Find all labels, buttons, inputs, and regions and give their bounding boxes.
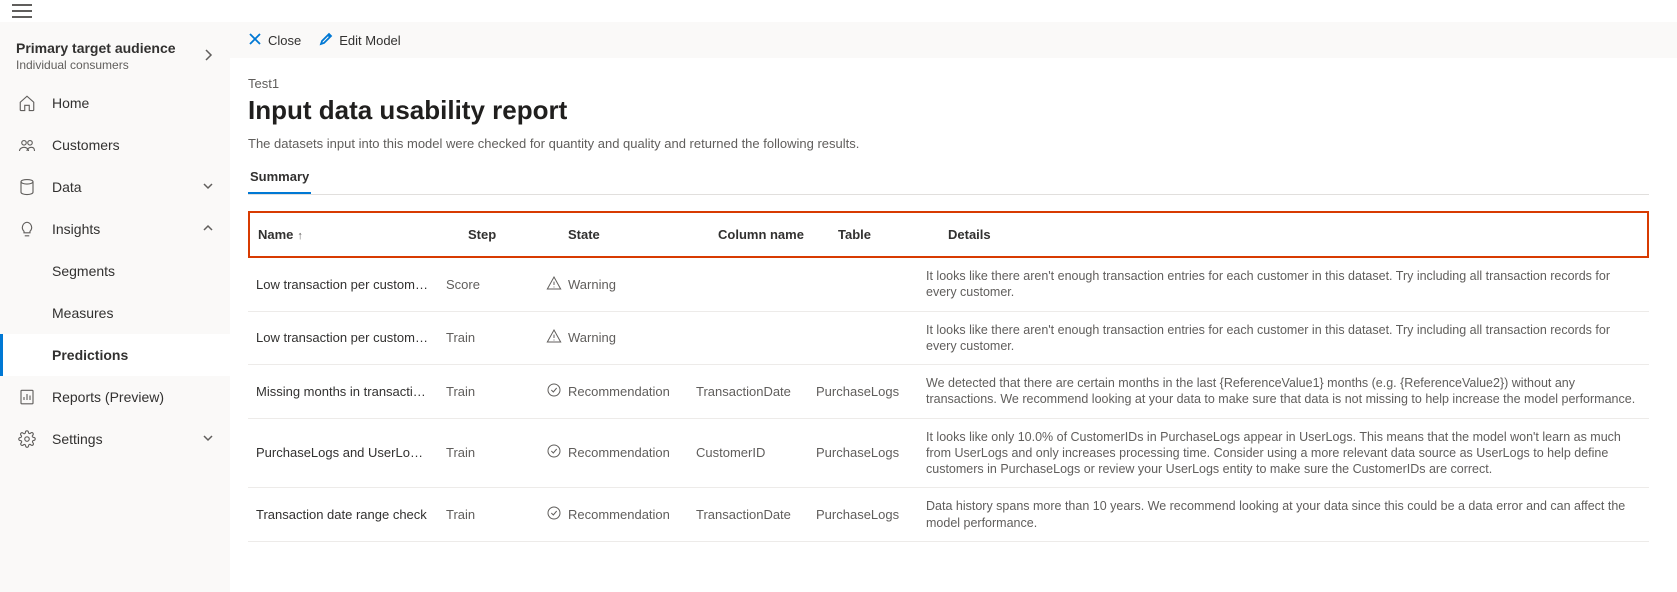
cell-column-name: CustomerID xyxy=(688,418,808,488)
col-state[interactable]: State xyxy=(560,221,710,248)
nav-segments[interactable]: Segments xyxy=(0,250,230,292)
nav-home[interactable]: Home xyxy=(0,82,230,124)
col-details[interactable]: Details xyxy=(940,221,1647,248)
hamburger-menu[interactable] xyxy=(12,4,32,18)
pencil-icon xyxy=(319,32,333,49)
cell-column-name: TransactionDate xyxy=(688,488,808,542)
tab-summary[interactable]: Summary xyxy=(248,169,311,194)
table-row[interactable]: Missing months in transactions ...TrainR… xyxy=(248,365,1649,419)
cell-step: Train xyxy=(438,418,538,488)
report-table-body: Low transaction per customer (s...ScoreW… xyxy=(248,258,1649,542)
people-icon xyxy=(16,136,38,154)
edit-label: Edit Model xyxy=(339,33,400,48)
cell-column-name xyxy=(688,311,808,365)
cell-name: Missing months in transactions ... xyxy=(248,365,438,419)
nav-insights[interactable]: Insights xyxy=(0,208,230,250)
report-icon xyxy=(16,388,38,406)
table-row[interactable]: PurchaseLogs and UserLogs cus...TrainRec… xyxy=(248,418,1649,488)
page-description: The datasets input into this model were … xyxy=(248,136,1649,151)
cell-state: Warning xyxy=(538,311,688,365)
cell-name: Transaction date range check xyxy=(248,488,438,542)
cell-details: Data history spans more than 10 years. W… xyxy=(918,488,1649,542)
left-nav: Primary target audience Individual consu… xyxy=(0,22,230,592)
chevron-down-icon xyxy=(202,179,214,195)
command-bar: Close Edit Model xyxy=(230,22,1677,58)
nav-audience-switcher[interactable]: Primary target audience Individual consu… xyxy=(0,32,230,82)
page-title: Input data usability report xyxy=(248,95,1649,126)
cell-details: It looks like there aren't enough transa… xyxy=(918,258,1649,311)
cell-name: Low transaction per customer (s... xyxy=(248,258,438,311)
check-circle-icon xyxy=(546,382,562,401)
database-icon xyxy=(16,178,38,196)
cell-step: Train xyxy=(438,365,538,419)
warning-icon xyxy=(546,275,562,294)
cell-step: Train xyxy=(438,311,538,365)
chevron-up-icon xyxy=(202,221,214,237)
sort-asc-icon: ↑ xyxy=(297,230,303,242)
cell-column-name: TransactionDate xyxy=(688,365,808,419)
table-row[interactable]: Transaction date range checkTrainRecomme… xyxy=(248,488,1649,542)
report-table-header: Name↑ Step State Column name Table Detai… xyxy=(250,221,1647,248)
nav-audience-subtitle: Individual consumers xyxy=(16,58,176,72)
cell-table: PurchaseLogs xyxy=(808,365,918,419)
col-step[interactable]: Step xyxy=(460,221,560,248)
cell-column-name xyxy=(688,258,808,311)
nav-measures[interactable]: Measures xyxy=(0,292,230,334)
nav-label: Insights xyxy=(52,221,100,237)
cell-table xyxy=(808,311,918,365)
nav-predictions[interactable]: Predictions xyxy=(0,334,230,376)
cell-table: PurchaseLogs xyxy=(808,418,918,488)
cell-state: Recommendation xyxy=(538,488,688,542)
chevron-down-icon xyxy=(202,431,214,447)
nav-label: Predictions xyxy=(52,347,128,363)
cell-state: Recommendation xyxy=(538,365,688,419)
cell-details: It looks like there aren't enough transa… xyxy=(918,311,1649,365)
cell-step: Score xyxy=(438,258,538,311)
breadcrumb[interactable]: Test1 xyxy=(248,76,1649,91)
lightbulb-icon xyxy=(16,220,38,238)
cell-table: PurchaseLogs xyxy=(808,488,918,542)
nav-label: Settings xyxy=(52,431,103,447)
nav-label: Measures xyxy=(52,305,113,321)
check-circle-icon xyxy=(546,443,562,462)
chevron-right-icon xyxy=(202,48,214,64)
cell-details: We detected that there are certain month… xyxy=(918,365,1649,419)
cell-name: PurchaseLogs and UserLogs cus... xyxy=(248,418,438,488)
cell-table xyxy=(808,258,918,311)
close-label: Close xyxy=(268,33,301,48)
table-row[interactable]: Low transaction per customer (s...TrainW… xyxy=(248,311,1649,365)
cell-state: Warning xyxy=(538,258,688,311)
check-circle-icon xyxy=(546,505,562,524)
col-table[interactable]: Table xyxy=(830,221,940,248)
warning-icon xyxy=(546,328,562,347)
close-icon xyxy=(248,32,262,49)
nav-label: Reports (Preview) xyxy=(52,389,164,405)
nav-settings[interactable]: Settings xyxy=(0,418,230,460)
nav-label: Data xyxy=(52,179,82,195)
nav-reports[interactable]: Reports (Preview) xyxy=(0,376,230,418)
close-button[interactable]: Close xyxy=(248,32,301,49)
table-row[interactable]: Low transaction per customer (s...ScoreW… xyxy=(248,258,1649,311)
col-column-name[interactable]: Column name xyxy=(710,221,830,248)
nav-label: Home xyxy=(52,95,89,111)
cell-details: It looks like only 10.0% of CustomerIDs … xyxy=(918,418,1649,488)
col-name[interactable]: Name↑ xyxy=(250,221,460,248)
gear-icon xyxy=(16,430,38,448)
main-area: Close Edit Model Test1 Input data usabil… xyxy=(230,22,1677,592)
cell-name: Low transaction per customer (s... xyxy=(248,311,438,365)
nav-audience-title: Primary target audience xyxy=(16,40,176,56)
home-icon xyxy=(16,94,38,112)
nav-label: Customers xyxy=(52,137,120,153)
cell-step: Train xyxy=(438,488,538,542)
edit-model-button[interactable]: Edit Model xyxy=(319,32,400,49)
nav-label: Segments xyxy=(52,263,115,279)
nav-data[interactable]: Data xyxy=(0,166,230,208)
tab-row: Summary xyxy=(248,169,1649,195)
nav-customers[interactable]: Customers xyxy=(0,124,230,166)
cell-state: Recommendation xyxy=(538,418,688,488)
table-header-highlight: Name↑ Step State Column name Table Detai… xyxy=(248,211,1649,258)
